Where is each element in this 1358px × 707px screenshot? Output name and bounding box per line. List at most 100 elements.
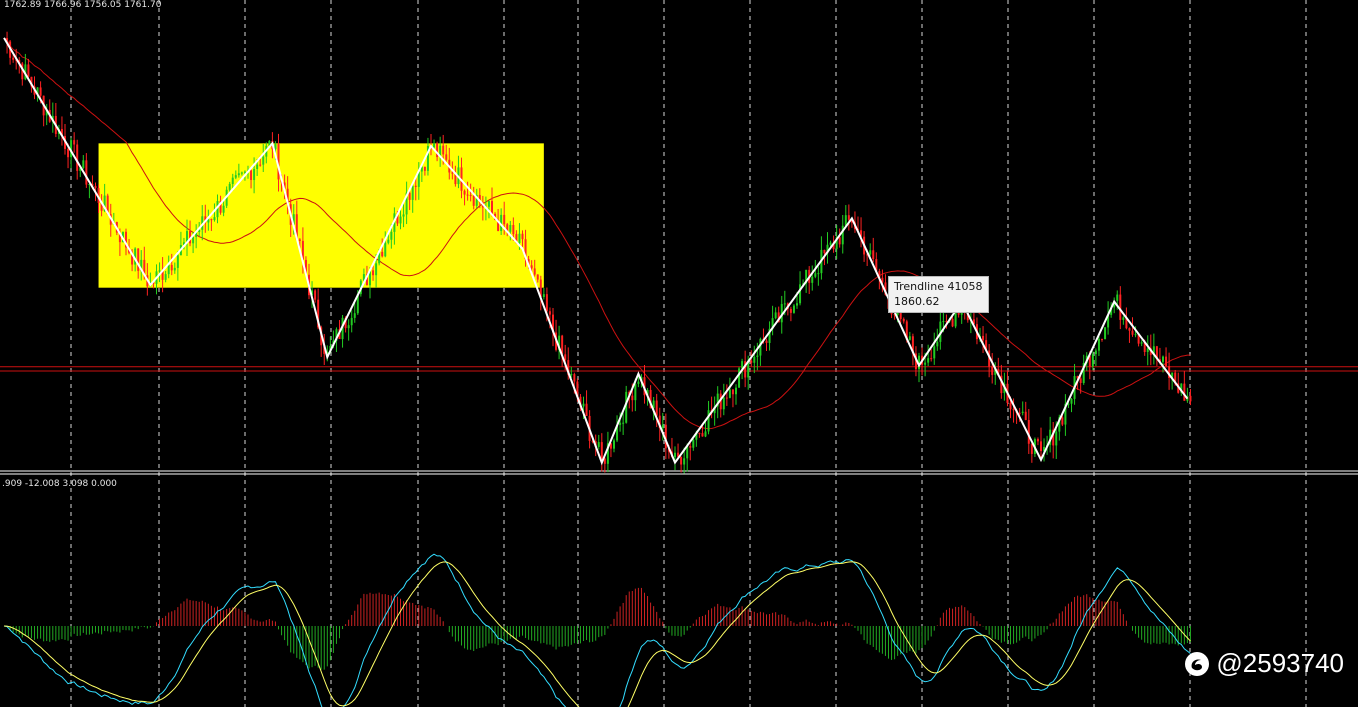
candle-body xyxy=(353,313,356,318)
candle-body xyxy=(1131,330,1134,335)
candle-body xyxy=(735,387,737,395)
candle-body xyxy=(1079,378,1082,384)
candle-body xyxy=(933,346,936,359)
candle-body xyxy=(619,422,622,425)
candle-body xyxy=(390,231,393,240)
price-chart-svg[interactable] xyxy=(0,0,1358,707)
candle-body xyxy=(192,236,195,244)
candle-body xyxy=(445,154,448,160)
candle-body xyxy=(796,303,798,306)
candle-body xyxy=(924,362,927,365)
trendline-tooltip: Trendline 41058 1860.62 xyxy=(888,276,990,313)
candle-body xyxy=(982,335,985,341)
candle-body xyxy=(408,192,411,200)
candle-body xyxy=(1024,411,1027,421)
candle-body xyxy=(728,389,731,398)
candle-body xyxy=(1097,338,1100,351)
candle-body xyxy=(750,360,753,363)
candle-body xyxy=(1128,328,1131,331)
candle-body xyxy=(1030,443,1033,454)
candle-body xyxy=(573,374,576,382)
candle-body xyxy=(1189,395,1192,402)
candle-body xyxy=(243,171,246,173)
signal-line xyxy=(3,561,1191,707)
candle-body xyxy=(991,366,994,375)
candle-body xyxy=(231,177,234,184)
candle-body xyxy=(414,185,417,187)
candle-body xyxy=(655,400,658,416)
candle-body xyxy=(469,195,472,197)
candle-body xyxy=(1012,409,1015,411)
candle-body xyxy=(250,170,253,181)
candle-body xyxy=(237,173,240,176)
candle-body xyxy=(908,336,911,340)
candle-body xyxy=(872,250,875,260)
candle-body xyxy=(1061,417,1064,425)
macd-values-readout: .909 -12.008 3.098 0.000 xyxy=(2,479,117,489)
candle-body xyxy=(707,410,710,432)
candle-body xyxy=(387,239,390,243)
candle-body xyxy=(173,267,176,271)
candle-body xyxy=(838,237,841,245)
candle-body xyxy=(402,214,405,217)
candle-body xyxy=(1116,294,1119,301)
candle-body xyxy=(82,160,85,168)
candle-body xyxy=(67,148,70,158)
candle-body xyxy=(634,383,637,401)
candle-body xyxy=(411,185,414,200)
candle-body xyxy=(1021,411,1024,413)
candle-body xyxy=(85,160,88,185)
candle-body xyxy=(680,456,683,465)
candle-body xyxy=(704,431,707,437)
candle-body xyxy=(503,214,506,225)
candle-body xyxy=(137,248,140,271)
candle-body xyxy=(942,321,945,323)
candle-body xyxy=(847,215,850,220)
candle-body xyxy=(451,172,454,174)
ohlc-readout: 1762.89 1766.96 1756.05 1761.70 xyxy=(4,0,162,10)
candle-body xyxy=(698,432,701,434)
weibo-logo-icon xyxy=(1185,651,1210,676)
candle-body xyxy=(442,145,445,155)
candle-body xyxy=(1040,441,1042,452)
candle-body xyxy=(158,270,161,272)
candle-body xyxy=(869,250,872,255)
candle-body xyxy=(774,312,777,319)
candle-body xyxy=(792,305,795,313)
candle-body xyxy=(298,239,301,241)
tooltip-value: 1860.62 xyxy=(894,295,940,308)
candle-body xyxy=(1146,348,1149,352)
macd-line xyxy=(3,553,1191,707)
candle-body xyxy=(512,224,515,235)
candle-body xyxy=(692,439,695,448)
candle-body xyxy=(1162,356,1164,362)
candle-body xyxy=(73,140,76,145)
candle-body xyxy=(765,340,768,343)
candle-body xyxy=(930,358,933,360)
candle-body xyxy=(725,397,728,399)
candle-body xyxy=(466,194,469,196)
candle-body xyxy=(1140,342,1143,344)
candle-body xyxy=(756,355,759,357)
candle-body xyxy=(375,263,378,276)
candle-body xyxy=(637,381,640,384)
candle-body xyxy=(1036,439,1039,442)
candle-body xyxy=(176,255,179,268)
candle-body xyxy=(799,284,802,304)
tooltip-title: Trendline 41058 xyxy=(894,280,983,293)
candle-body xyxy=(927,358,930,363)
candle-body xyxy=(521,233,524,240)
candle-body xyxy=(585,403,588,416)
candle-body xyxy=(27,64,30,77)
candle-body xyxy=(701,433,704,437)
candle-body xyxy=(738,368,741,388)
candle-body xyxy=(622,422,625,424)
candle-body xyxy=(94,185,97,188)
chart-area[interactable] xyxy=(0,0,1358,707)
candle-body xyxy=(463,190,466,195)
candle-body xyxy=(1134,334,1137,336)
candle-body xyxy=(631,395,634,401)
candle-body xyxy=(164,274,167,280)
candle-body xyxy=(823,249,826,254)
candle-body xyxy=(548,311,551,315)
